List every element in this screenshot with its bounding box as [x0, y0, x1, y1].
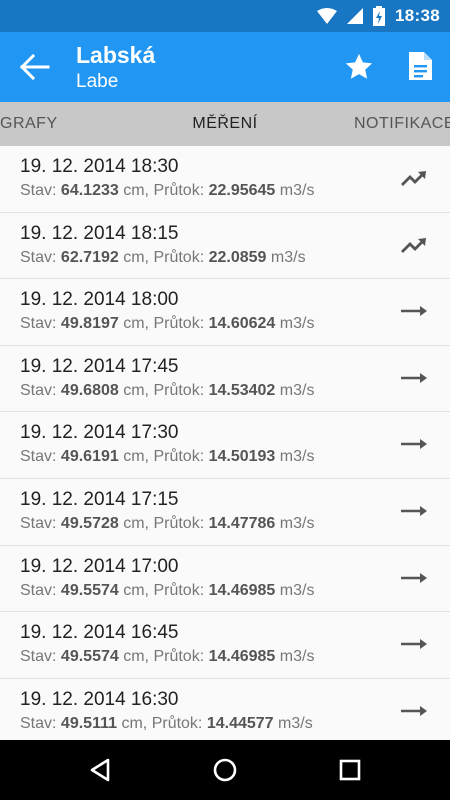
- measurement-detail: Stav: 49.6808 cm, Průtok: 14.53402 m3/s: [20, 381, 315, 399]
- stav-value: 49.5728: [60, 514, 119, 532]
- arrow-right-icon: [401, 439, 427, 450]
- measurement-date: 19. 12. 2014 16:45: [20, 622, 179, 644]
- measurement-date: 19. 12. 2014 18:15: [20, 222, 179, 244]
- stav-value: 49.6191: [60, 448, 119, 466]
- page-title: Labská: [76, 42, 156, 68]
- app-bar: Labská Labe: [0, 32, 450, 102]
- measurement-date: 19. 12. 2014 16:30: [20, 688, 179, 710]
- back-arrow-icon[interactable]: [18, 52, 52, 82]
- measurement-detail: Stav: 49.5574 cm, Průtok: 14.46985 m3/s: [20, 581, 315, 599]
- prutok-value: 14.53402: [208, 381, 276, 399]
- measurement-detail: Stav: 62.7192 cm, Průtok: 22.0859 m3/s: [20, 248, 306, 266]
- measurement-date: 19. 12. 2014 18:30: [20, 156, 179, 177]
- arrow-right-icon: [401, 505, 427, 516]
- measurement-detail: Stav: 49.8197 cm, Průtok: 14.60624 m3/s: [20, 315, 315, 333]
- trending-up-icon: [401, 171, 426, 186]
- measurement-date: 19. 12. 2014 17:00: [20, 555, 179, 577]
- prutok-value: 14.46985: [208, 581, 276, 599]
- status-bar: 18:38: [0, 0, 450, 32]
- list-item[interactable]: 19. 12. 2014 18:30 Stav: 64.1233 cm, Prů…: [0, 146, 450, 213]
- stav-value: 49.8197: [60, 315, 119, 333]
- arrow-right-icon: [401, 705, 427, 716]
- tab-notifikace[interactable]: NOTIFIKACE: [354, 102, 450, 146]
- app-bar-titles: Labská Labe: [76, 40, 155, 94]
- stav-value: 49.5574: [60, 581, 119, 599]
- measurement-detail: Stav: 64.1233 cm, Průtok: 22.95645 m3/s: [20, 182, 315, 199]
- measurement-detail: Stav: 49.5574 cm, Průtok: 14.46985 m3/s: [20, 648, 315, 666]
- arrow-right-icon: [401, 372, 427, 383]
- prutok-value: 14.60624: [208, 315, 276, 333]
- trending-up-icon: [401, 237, 426, 253]
- measurement-detail: Stav: 49.6191 cm, Průtok: 14.50193 m3/s: [20, 448, 315, 466]
- star-icon[interactable]: [344, 52, 374, 82]
- status-time: 18:38: [395, 6, 440, 25]
- tab-bar: MĚŘENÍ GRAFY NOTIFIKACE: [0, 102, 450, 146]
- measurement-date: 19. 12. 2014 17:45: [20, 355, 179, 377]
- arrow-right-icon: [401, 572, 427, 583]
- stav-value: 49.5111: [60, 714, 117, 732]
- battery-charging-icon: [373, 6, 386, 26]
- home-circle-icon[interactable]: [211, 756, 239, 784]
- measurement-list[interactable]: 19. 12. 2014 18:30 Stav: 64.1233 cm, Prů…: [0, 146, 450, 740]
- list-item[interactable]: 19. 12. 2014 16:30 Stav: 49.5111 cm, Prů…: [0, 679, 450, 740]
- list-item[interactable]: 19. 12. 2014 17:00 Stav: 49.5574 cm, Prů…: [0, 546, 450, 613]
- stav-value: 64.1233: [60, 182, 119, 199]
- prutok-value: 14.47786: [208, 514, 276, 532]
- list-item[interactable]: 19. 12. 2014 17:45 Stav: 49.6808 cm, Prů…: [0, 346, 450, 413]
- measurement-date: 19. 12. 2014 18:00: [20, 289, 179, 311]
- page-subtitle: Labe: [76, 71, 119, 92]
- stav-value: 49.6808: [60, 381, 119, 399]
- document-icon[interactable]: [406, 50, 434, 82]
- list-item[interactable]: 19. 12. 2014 18:00 Stav: 49.8197 cm, Prů…: [0, 279, 450, 346]
- prutok-value: 14.50193: [208, 448, 276, 466]
- list-item[interactable]: 19. 12. 2014 16:45 Stav: 49.5574 cm, Prů…: [0, 612, 450, 679]
- stav-value: 49.5574: [60, 648, 119, 666]
- list-item[interactable]: 19. 12. 2014 18:15 Stav: 62.7192 cm, Prů…: [0, 213, 450, 280]
- measurement-date: 19. 12. 2014 17:30: [20, 422, 179, 444]
- back-triangle-icon[interactable]: [86, 756, 114, 784]
- system-nav-bar: [0, 740, 450, 800]
- measurement-detail: Stav: 49.5111 cm, Průtok: 14.44577 m3/s: [20, 714, 313, 732]
- measurement-date: 19. 12. 2014 17:15: [20, 488, 179, 510]
- wifi-icon: [317, 8, 338, 24]
- measurement-detail: Stav: 49.5728 cm, Průtok: 14.47786 m3/s: [20, 514, 315, 532]
- prutok-value: 14.44577: [206, 714, 274, 732]
- recents-square-icon[interactable]: [336, 756, 364, 784]
- list-item[interactable]: 19. 12. 2014 17:30 Stav: 49.6191 cm, Prů…: [0, 412, 450, 479]
- prutok-value: 22.0859: [208, 248, 267, 266]
- list-item[interactable]: 19. 12. 2014 17:15 Stav: 49.5728 cm, Prů…: [0, 479, 450, 546]
- arrow-right-icon: [401, 639, 427, 650]
- prutok-value: 14.46985: [208, 648, 276, 666]
- prutok-value: 22.95645: [208, 182, 276, 199]
- signal-icon: [347, 8, 364, 24]
- arrow-right-icon: [401, 306, 427, 317]
- stav-value: 62.7192: [60, 248, 119, 266]
- tab-grafy[interactable]: GRAFY: [0, 102, 58, 146]
